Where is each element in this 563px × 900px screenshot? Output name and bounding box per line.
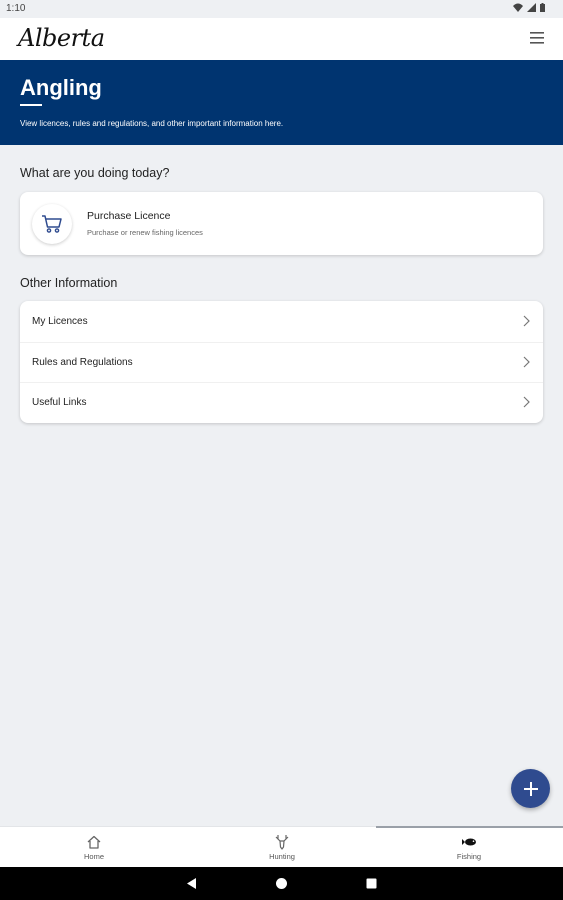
status-icons [513, 3, 545, 12]
alberta-logo[interactable]: Alberta [18, 24, 105, 52]
nav-hunting-label: Hunting [269, 852, 295, 861]
app-bar: Alberta [0, 18, 563, 60]
system-nav-bar [0, 867, 563, 900]
status-bar: 1:10 [0, 0, 563, 18]
home-circle-icon[interactable] [275, 877, 288, 890]
list-item-my-licences[interactable]: My Licences [20, 302, 543, 342]
nav-home[interactable]: Home [34, 827, 154, 868]
status-time: 1:10 [6, 3, 26, 14]
list-item-label: Rules and Regulations [32, 357, 133, 368]
chevron-right-icon [523, 356, 530, 368]
chevron-right-icon [523, 396, 530, 408]
list-item-label: Useful Links [32, 397, 87, 408]
add-fab-button[interactable] [511, 769, 550, 808]
nav-hunting[interactable]: Hunting [222, 827, 342, 868]
bottom-nav: Home Hunting Fishing [0, 826, 563, 868]
nav-home-label: Home [83, 852, 104, 861]
deer-head-icon [275, 835, 289, 850]
nav-fishing-label: Fishing [456, 852, 482, 861]
battery-icon [540, 3, 545, 12]
hamburger-menu-icon[interactable] [529, 30, 545, 46]
page-title: Angling [20, 75, 102, 100]
signal-icon [527, 3, 536, 12]
list-item-label: My Licences [32, 316, 88, 327]
list-item-useful-links[interactable]: Useful Links [20, 382, 543, 423]
fish-icon [462, 838, 476, 846]
list-item-rules-and-regulations[interactable]: Rules and Regulations [20, 342, 543, 383]
home-icon [87, 835, 101, 849]
title-underline [20, 104, 42, 106]
purchase-licence-subtitle: Purchase or renew fishing licences [87, 228, 203, 237]
plus-icon [523, 781, 538, 796]
purchase-licence-title: Purchase Licence [87, 210, 171, 222]
nav-fishing[interactable]: Fishing [409, 827, 529, 868]
purchase-licence-card[interactable]: Purchase Licence Purchase or renew fishi… [20, 192, 543, 255]
wifi-icon [513, 3, 523, 12]
other-info-card: My Licences Rules and Regulations Useful… [20, 301, 543, 423]
recents-square-icon[interactable] [366, 878, 377, 889]
today-heading: What are you doing today? [20, 166, 170, 180]
chevron-right-icon [523, 315, 530, 327]
other-info-heading: Other Information [20, 276, 118, 290]
back-triangle-icon[interactable] [185, 877, 197, 890]
hero-banner: Angling View licences, rules and regulat… [0, 60, 563, 145]
page-subtitle: View licences, rules and regulations, an… [20, 119, 284, 128]
shopping-cart-icon [42, 215, 62, 233]
cart-icon-circle [32, 204, 72, 244]
